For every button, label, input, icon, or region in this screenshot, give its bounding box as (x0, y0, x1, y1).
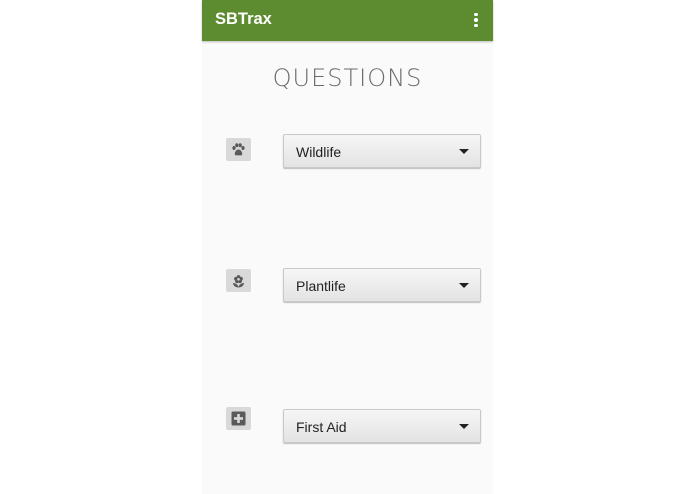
page-title: QUESTIONS (272, 64, 423, 92)
chevron-down-icon (459, 424, 469, 429)
chevron-down-icon (459, 283, 469, 288)
overflow-menu-icon[interactable] (467, 9, 485, 31)
wildlife-dropdown[interactable]: Wildlife (283, 134, 481, 168)
flower-icon (226, 269, 251, 292)
first-aid-icon (226, 407, 251, 430)
plantlife-dropdown-value: Plantlife (296, 278, 346, 294)
phone-screen: SBTrax QUESTIONS Wildlife Plantlife Firs… (202, 0, 493, 494)
first-aid-dropdown-value: First Aid (296, 419, 347, 435)
app-bar: SBTrax (202, 0, 493, 41)
plantlife-dropdown[interactable]: Plantlife (283, 268, 481, 302)
first-aid-dropdown[interactable]: First Aid (283, 409, 481, 443)
chevron-down-icon (459, 149, 469, 154)
app-title: SBTrax (215, 10, 272, 28)
paw-icon (226, 138, 251, 161)
wildlife-dropdown-value: Wildlife (296, 144, 342, 160)
